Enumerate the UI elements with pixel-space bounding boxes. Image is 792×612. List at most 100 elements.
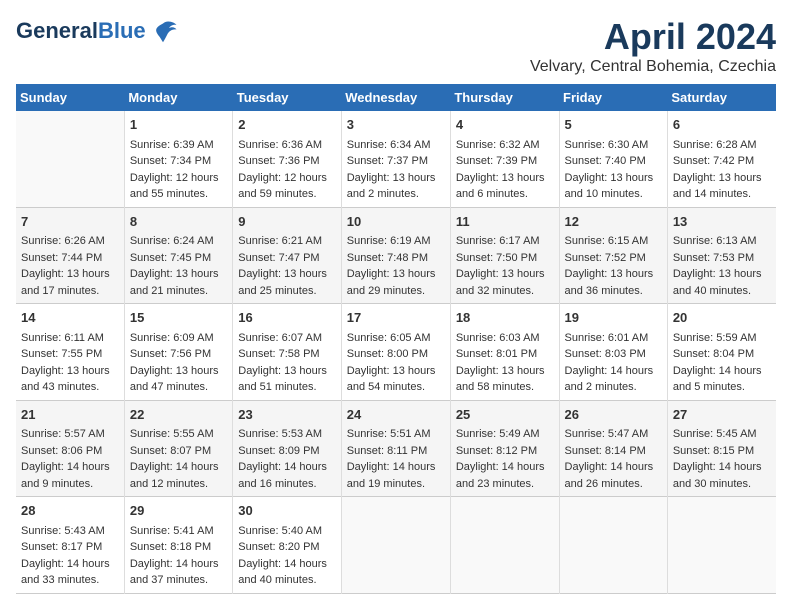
calendar-cell: 3Sunrise: 6:34 AMSunset: 7:37 PMDaylight… [341,111,450,207]
day-info-line: Daylight: 14 hours [238,556,335,573]
calendar-cell: 23Sunrise: 5:53 AMSunset: 8:09 PMDayligh… [233,400,341,497]
day-number: 30 [238,501,335,521]
calendar-cell: 2Sunrise: 6:36 AMSunset: 7:36 PMDaylight… [233,111,341,207]
calendar-cell: 18Sunrise: 6:03 AMSunset: 8:01 PMDayligh… [450,304,559,401]
day-info-line: and 2 minutes. [347,186,445,203]
calendar-cell: 16Sunrise: 6:07 AMSunset: 7:58 PMDayligh… [233,304,341,401]
month-title: April 2024 [530,16,776,58]
weekday-header-wednesday: Wednesday [341,84,450,111]
calendar-cell: 5Sunrise: 6:30 AMSunset: 7:40 PMDaylight… [559,111,667,207]
day-info-line: and 2 minutes. [565,379,662,396]
day-info-line: Daylight: 13 hours [673,266,771,283]
day-info-line: Daylight: 13 hours [130,363,227,380]
day-info-line: Sunrise: 5:40 AM [238,523,335,540]
day-info-line: Sunset: 7:58 PM [238,346,335,363]
calendar-week-3: 21Sunrise: 5:57 AMSunset: 8:06 PMDayligh… [16,400,776,497]
day-info-line: Sunrise: 6:05 AM [347,330,445,347]
day-info-line: and 16 minutes. [238,476,335,493]
weekday-header-tuesday: Tuesday [233,84,341,111]
day-number: 25 [456,405,554,425]
day-info-line: Daylight: 14 hours [238,459,335,476]
day-info-line: Daylight: 13 hours [456,266,554,283]
day-info-line: Sunrise: 5:55 AM [130,426,227,443]
logo-text: GeneralBlue [16,19,146,43]
day-info-line: and 54 minutes. [347,379,445,396]
calendar-cell: 4Sunrise: 6:32 AMSunset: 7:39 PMDaylight… [450,111,559,207]
day-info-line: Daylight: 13 hours [456,170,554,187]
day-info-line: Daylight: 14 hours [130,556,227,573]
day-info-line: Sunset: 7:52 PM [565,250,662,267]
day-info-line: Daylight: 13 hours [565,170,662,187]
day-info-line: Daylight: 14 hours [565,459,662,476]
day-info-line: Sunrise: 6:32 AM [456,137,554,154]
day-info-line: Sunrise: 5:49 AM [456,426,554,443]
day-info-line: Sunrise: 5:45 AM [673,426,771,443]
day-info-line: and 29 minutes. [347,283,445,300]
day-number: 1 [130,115,227,135]
calendar-week-2: 14Sunrise: 6:11 AMSunset: 7:55 PMDayligh… [16,304,776,401]
calendar-cell: 14Sunrise: 6:11 AMSunset: 7:55 PMDayligh… [16,304,124,401]
weekday-header-saturday: Saturday [667,84,776,111]
day-info-line: and 14 minutes. [673,186,771,203]
day-info-line: Sunset: 8:12 PM [456,443,554,460]
day-info-line: Daylight: 13 hours [347,266,445,283]
day-number: 14 [21,308,119,328]
day-info-line: Daylight: 14 hours [21,556,119,573]
day-info-line: Sunset: 7:53 PM [673,250,771,267]
day-info-line: Sunrise: 5:51 AM [347,426,445,443]
day-info-line: Sunset: 7:47 PM [238,250,335,267]
day-number: 24 [347,405,445,425]
day-info-line: Sunset: 8:06 PM [21,443,119,460]
weekday-header-monday: Monday [124,84,232,111]
day-number: 22 [130,405,227,425]
day-info-line: Sunrise: 6:21 AM [238,233,335,250]
day-info-line: Sunrise: 6:34 AM [347,137,445,154]
day-info-line: Daylight: 14 hours [673,363,771,380]
day-info-line: Sunset: 8:17 PM [21,539,119,556]
day-number: 2 [238,115,335,135]
day-info-line: Daylight: 13 hours [238,363,335,380]
day-number: 13 [673,212,771,232]
calendar-cell: 28Sunrise: 5:43 AMSunset: 8:17 PMDayligh… [16,497,124,594]
day-info-line: Sunrise: 5:47 AM [565,426,662,443]
day-info-line: and 51 minutes. [238,379,335,396]
day-info-line: Daylight: 13 hours [238,266,335,283]
day-number: 26 [565,405,662,425]
calendar-cell: 7Sunrise: 6:26 AMSunset: 7:44 PMDaylight… [16,207,124,304]
calendar-cell: 24Sunrise: 5:51 AMSunset: 8:11 PMDayligh… [341,400,450,497]
day-info-line: Sunrise: 6:13 AM [673,233,771,250]
day-info-line: Sunset: 8:09 PM [238,443,335,460]
calendar-cell: 29Sunrise: 5:41 AMSunset: 8:18 PMDayligh… [124,497,232,594]
day-info-line: and 5 minutes. [673,379,771,396]
calendar-cell [667,497,776,594]
calendar-cell: 19Sunrise: 6:01 AMSunset: 8:03 PMDayligh… [559,304,667,401]
day-info-line: Daylight: 14 hours [565,363,662,380]
calendar-body: 1Sunrise: 6:39 AMSunset: 7:34 PMDaylight… [16,111,776,593]
day-info-line: Sunset: 7:34 PM [130,153,227,170]
day-info-line: Daylight: 13 hours [347,363,445,380]
day-info-line: Sunset: 7:40 PM [565,153,662,170]
calendar-cell: 26Sunrise: 5:47 AMSunset: 8:14 PMDayligh… [559,400,667,497]
day-info-line: and 17 minutes. [21,283,119,300]
day-info-line: Sunrise: 5:41 AM [130,523,227,540]
day-info-line: Sunset: 8:01 PM [456,346,554,363]
day-info-line: and 21 minutes. [130,283,227,300]
day-info-line: Daylight: 14 hours [456,459,554,476]
logo-bird-icon [148,16,178,46]
day-info-line: and 23 minutes. [456,476,554,493]
day-info-line: and 32 minutes. [456,283,554,300]
calendar-cell: 15Sunrise: 6:09 AMSunset: 7:56 PMDayligh… [124,304,232,401]
day-info-line: Sunset: 8:18 PM [130,539,227,556]
day-number: 8 [130,212,227,232]
day-info-line: and 25 minutes. [238,283,335,300]
calendar-cell: 8Sunrise: 6:24 AMSunset: 7:45 PMDaylight… [124,207,232,304]
day-info-line: Sunset: 8:11 PM [347,443,445,460]
day-number: 23 [238,405,335,425]
day-number: 5 [565,115,662,135]
calendar-cell: 1Sunrise: 6:39 AMSunset: 7:34 PMDaylight… [124,111,232,207]
day-info-line: Sunset: 7:44 PM [21,250,119,267]
day-info-line: Daylight: 14 hours [347,459,445,476]
day-info-line: Sunrise: 5:53 AM [238,426,335,443]
day-info-line: and 40 minutes. [238,572,335,589]
day-info-line: and 40 minutes. [673,283,771,300]
